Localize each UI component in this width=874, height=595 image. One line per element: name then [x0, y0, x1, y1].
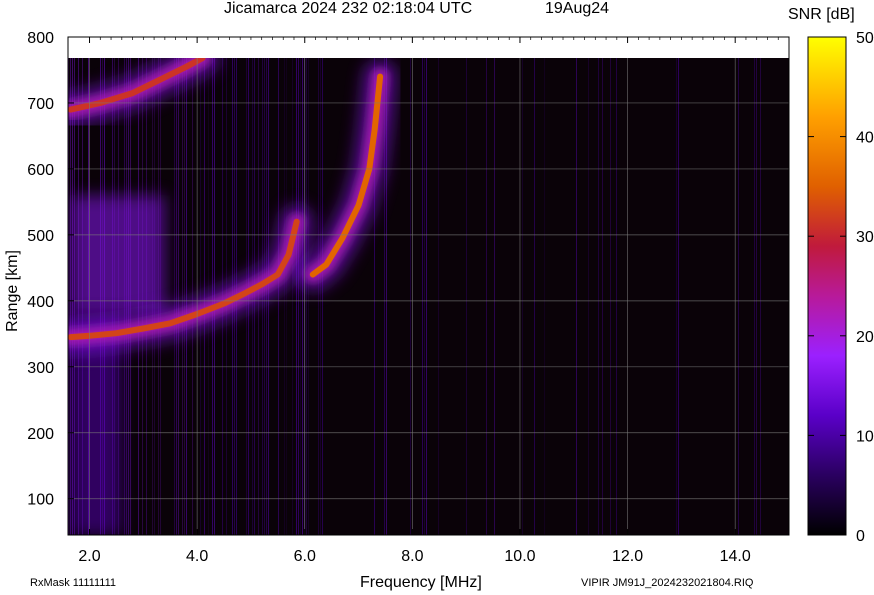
noise-streak [286, 58, 287, 535]
y-tick-label: 400 [27, 294, 54, 311]
noise-streak [182, 58, 183, 535]
chart-title: Jicamarca 2024 232 02:18:04 UTC [224, 0, 473, 17]
noise-streak [738, 58, 739, 535]
noise-streak [486, 58, 487, 535]
noise-streak [494, 58, 495, 535]
noise-streak [192, 58, 193, 535]
x-tick-label: 4.0 [186, 548, 208, 565]
noise-streak [438, 58, 439, 535]
colorbar-tick-label: 50 [856, 30, 874, 47]
noise-streak [534, 58, 535, 535]
noise-streak [426, 58, 427, 535]
noise-streak [678, 58, 679, 535]
noise-streak [610, 58, 611, 535]
x-tick-label: 8.0 [401, 548, 423, 565]
y-tick-label: 300 [27, 360, 54, 377]
noise-streak [422, 58, 423, 535]
noise-streak [296, 58, 297, 535]
x-tick-label: 12.0 [612, 548, 643, 565]
diffuse-echo [70, 195, 165, 315]
noise-streak [410, 58, 411, 535]
noise-streak [760, 58, 761, 535]
noise-streak [306, 58, 307, 535]
noise-streak [576, 58, 577, 535]
noise-streak [322, 58, 323, 535]
noise-streak [466, 58, 467, 535]
colorbar-tick-label: 20 [856, 329, 874, 346]
x-tick-label: 2.0 [78, 548, 100, 565]
noise-streak [522, 58, 523, 535]
noise-streak [302, 58, 303, 535]
noise-streak [676, 58, 677, 535]
chart-date: 19Aug24 [545, 0, 610, 17]
noise-streak [298, 58, 299, 535]
ionogram-chart: 2.0 4.0 6.0 8.0 10.0 12.0 14.01002003004005006… [27, 30, 874, 565]
y-axis-label: Range [km] [3, 250, 21, 332]
noise-streak [308, 58, 309, 535]
noise-streak [318, 58, 319, 535]
y-tick-label: 700 [27, 96, 54, 113]
noise-streak [598, 58, 599, 535]
colorbar-tick-label: 10 [856, 428, 874, 445]
noise-streak [176, 58, 177, 535]
colorbar-tick-label: 40 [856, 130, 874, 147]
y-tick-label: 800 [27, 30, 54, 47]
filename-label: VIPIR JM91J_2024232021804.RIQ [581, 577, 754, 589]
noise-streak [754, 58, 755, 535]
noise-streak [588, 58, 589, 535]
noise-streak [178, 58, 179, 535]
noise-streak [544, 58, 545, 535]
y-tick-label: 600 [27, 162, 54, 179]
y-tick-label: 500 [27, 228, 54, 245]
colorbar-title: SNR [dB] [788, 6, 855, 23]
noise-streak [174, 58, 175, 535]
x-tick-label: 10.0 [504, 548, 535, 565]
noise-streak [184, 58, 185, 535]
noise-streak [602, 58, 603, 535]
noise-streak [284, 58, 285, 535]
colorbar-tick-label: 30 [856, 229, 874, 246]
y-tick-label: 200 [27, 426, 54, 443]
y-tick-label: 100 [27, 492, 54, 509]
noise-streak [320, 58, 321, 535]
noise-streak [300, 58, 301, 535]
rxmask-label: RxMask 11111111 [30, 577, 117, 589]
noise-streak [186, 58, 187, 535]
x-axis-label: Frequency [MHz] [360, 574, 482, 591]
noise-streak [756, 58, 757, 535]
noise-streak [424, 58, 425, 535]
colorbar [807, 36, 847, 536]
colorbar-tick-label: 0 [856, 528, 865, 545]
noise-streak [278, 58, 279, 535]
plot-top-band [68, 37, 789, 58]
x-tick-label: 14.0 [720, 548, 751, 565]
noise-streak [292, 58, 293, 535]
x-tick-label: 6.0 [294, 548, 316, 565]
noise-streak [616, 58, 617, 535]
